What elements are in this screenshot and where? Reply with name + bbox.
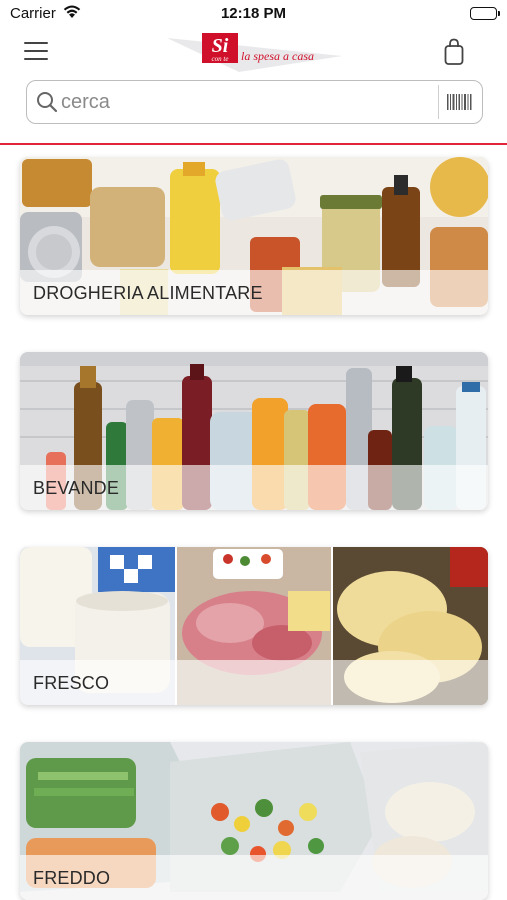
category-card-bevande[interactable]: BEVANDE (20, 352, 488, 510)
category-card-freddo[interactable]: FREDDO (20, 742, 488, 900)
status-bar: Carrier 12:18 PM (0, 0, 507, 30)
nav-bar: Si con te la spesa a casa (0, 30, 507, 76)
cart-button[interactable] (443, 38, 465, 66)
category-card-drogheria[interactable]: DROGHERIA ALIMENTARE (20, 157, 488, 315)
search-icon (36, 91, 58, 118)
clock: 12:18 PM (220, 5, 287, 22)
category-label: FREDDO (33, 868, 111, 888)
search-bar (26, 80, 483, 124)
logo-subtext: con te (212, 55, 229, 63)
category-card-fresco[interactable]: FRESCO (20, 547, 488, 705)
barcode-scan-button[interactable] (438, 85, 478, 119)
header-divider (0, 143, 507, 145)
battery-icon (470, 7, 500, 20)
shopping-bag-icon (444, 38, 464, 65)
barcode-icon (447, 94, 472, 110)
menu-button[interactable] (24, 42, 50, 64)
search-input[interactable] (61, 89, 421, 115)
logo-mark: Si (212, 35, 229, 57)
category-label: DROGHERIA ALIMENTARE (33, 283, 263, 303)
menu-icon (24, 42, 48, 44)
logo-tagline: la spesa a casa (241, 49, 314, 63)
category-label: BEVANDE (33, 478, 120, 498)
category-label: FRESCO (33, 673, 110, 693)
